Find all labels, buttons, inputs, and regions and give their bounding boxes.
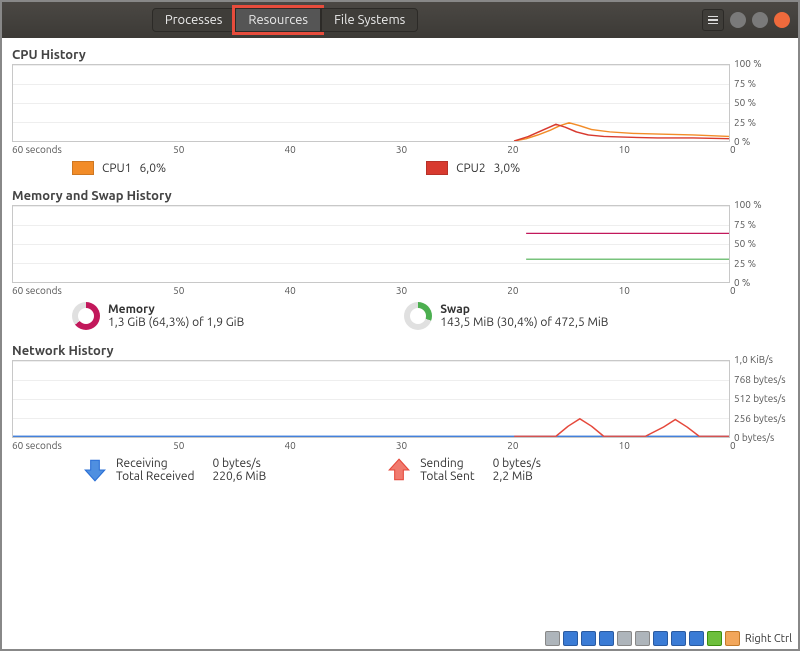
cpu1-legend-item[interactable]: CPU1 6,0%	[72, 161, 166, 175]
headerbar: Processes Resources File Systems	[2, 2, 798, 38]
swap-pie-icon	[404, 302, 432, 330]
total-sent-value: 2,2 MiB	[493, 470, 541, 483]
network-x-axis: 60 seconds50403020100	[12, 438, 788, 451]
host-key-label: Right Ctrl	[743, 633, 792, 645]
status-icon[interactable]	[545, 631, 560, 646]
cpu2-swatch	[426, 161, 448, 175]
cpu2-label: CPU2	[456, 162, 486, 175]
status-icon[interactable]	[725, 631, 740, 646]
status-icon[interactable]	[635, 631, 650, 646]
receiving-value: 0 bytes/s	[212, 457, 266, 470]
status-icon[interactable]	[707, 631, 722, 646]
memory-detail: 1,3 GiB (64,3%) of 1,9 GiB	[108, 316, 244, 329]
cpu-x-axis: 60 seconds50403020100	[12, 142, 788, 155]
window-maximize-button[interactable]	[752, 12, 768, 28]
network-history-chart	[12, 360, 730, 438]
arrow-up-icon	[386, 457, 412, 483]
swap-label: Swap	[440, 303, 470, 316]
memory-history-title: Memory and Swap History	[12, 189, 788, 203]
view-tabs: Processes Resources File Systems	[152, 8, 418, 32]
memory-pie-icon	[72, 302, 100, 330]
tab-processes[interactable]: Processes	[152, 8, 236, 32]
memory-label: Memory	[108, 303, 155, 316]
window-minimize-button[interactable]	[730, 12, 746, 28]
memory-history-chart	[12, 205, 730, 283]
status-icon[interactable]	[653, 631, 668, 646]
status-icon[interactable]	[689, 631, 704, 646]
swap-legend-item[interactable]: Swap 143,5 MiB (30,4%) of 472,5 MiB	[404, 302, 608, 330]
status-icon[interactable]	[581, 631, 596, 646]
cpu1-label: CPU1	[102, 162, 132, 175]
receiving-label: Receiving	[116, 457, 194, 470]
memory-y-axis: 100 % 75 % 50 % 25 % 0 %	[730, 205, 788, 283]
cpu-legend: CPU1 6,0% CPU2 3,0%	[12, 155, 788, 185]
total-received-label: Total Received	[116, 470, 194, 483]
sending-legend-item[interactable]: Sending 0 bytes/s Total Sent 2,2 MiB	[386, 457, 541, 483]
cpu1-swatch	[72, 161, 94, 175]
memory-x-axis: 60 seconds50403020100	[12, 283, 788, 296]
tab-file-systems[interactable]: File Systems	[321, 8, 418, 32]
network-history-title: Network History	[12, 344, 788, 358]
status-icon[interactable]	[563, 631, 578, 646]
cpu-history-title: CPU History	[12, 48, 788, 62]
hamburger-menu-button[interactable]	[702, 9, 724, 31]
cpu2-legend-item[interactable]: CPU2 3,0%	[426, 161, 520, 175]
status-icon[interactable]	[599, 631, 614, 646]
total-received-value: 220,6 MiB	[212, 470, 266, 483]
sending-value: 0 bytes/s	[493, 457, 541, 470]
swap-detail: 143,5 MiB (30,4%) of 472,5 MiB	[440, 316, 608, 329]
memory-legend-item[interactable]: Memory 1,3 GiB (64,3%) of 1,9 GiB	[72, 302, 244, 330]
vm-status-bar: Right Ctrl	[543, 630, 794, 647]
status-icon[interactable]	[671, 631, 686, 646]
receiving-legend-item[interactable]: Receiving 0 bytes/s Total Received 220,6…	[82, 457, 266, 483]
status-icon[interactable]	[617, 631, 632, 646]
cpu1-value: 6,0%	[140, 162, 167, 175]
sending-label: Sending	[420, 457, 474, 470]
network-y-axis: 1,0 KiB/s 768 bytes/s 512 bytes/s 256 by…	[730, 360, 788, 438]
cpu-history-chart	[12, 64, 730, 142]
total-sent-label: Total Sent	[420, 470, 474, 483]
arrow-down-icon	[82, 457, 108, 483]
tab-resources[interactable]: Resources	[235, 8, 321, 32]
cpu2-value: 3,0%	[494, 162, 521, 175]
cpu-y-axis: 100 % 75 % 50 % 25 % 0 %	[730, 64, 788, 142]
window-close-button[interactable]	[774, 12, 790, 28]
